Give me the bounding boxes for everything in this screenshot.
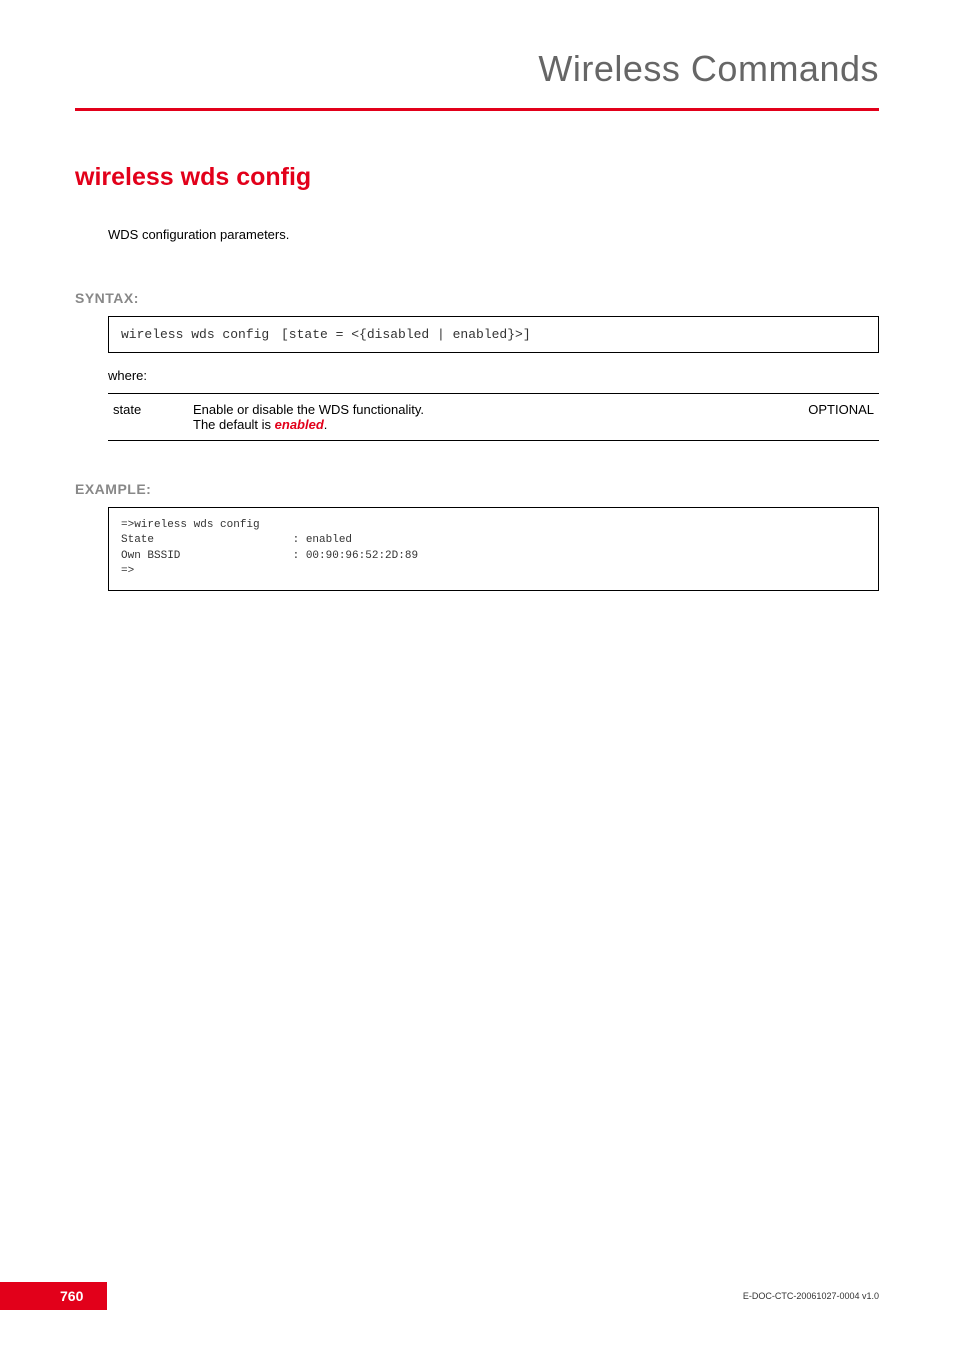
param-desc-line1: Enable or disable the WDS functionality. xyxy=(193,402,424,417)
example-line4: => xyxy=(121,565,134,577)
param-required: OPTIONAL xyxy=(779,394,879,441)
param-default-value: enabled xyxy=(275,417,324,432)
example-line2: State : enabled xyxy=(121,534,352,546)
param-desc-line2-prefix: The default is xyxy=(193,417,275,432)
syntax-args: [state = <{disabled | enabled}>] xyxy=(281,327,531,342)
header-divider xyxy=(75,108,879,111)
param-description: Enable or disable the WDS functionality.… xyxy=(188,394,779,441)
example-line3: Own BSSID : 00:90:96:52:2D:89 xyxy=(121,550,418,562)
example-line1: =>wireless wds config xyxy=(121,519,260,531)
param-desc-line2-suffix: . xyxy=(324,417,328,432)
syntax-box: wireless wds config [state = <{disabled … xyxy=(108,316,879,353)
page-number: 760 xyxy=(0,1282,107,1310)
param-table: state Enable or disable the WDS function… xyxy=(108,393,879,441)
command-description: WDS configuration parameters. xyxy=(108,227,879,242)
page-footer: 760 E-DOC-CTC-20061027-0004 v1.0 xyxy=(0,1282,954,1310)
page-header-title: Wireless Commands xyxy=(75,48,879,90)
where-label: where: xyxy=(108,368,879,383)
syntax-label: SYNTAX: xyxy=(75,290,879,306)
doc-id: E-DOC-CTC-20061027-0004 v1.0 xyxy=(743,1291,954,1301)
example-box: =>wireless wds config State : enabled Ow… xyxy=(108,507,879,591)
table-row: state Enable or disable the WDS function… xyxy=(108,394,879,441)
param-name: state xyxy=(108,394,188,441)
syntax-command: wireless wds config xyxy=(121,327,281,342)
example-label: EXAMPLE: xyxy=(75,481,879,497)
command-title: wireless wds config xyxy=(75,163,879,192)
